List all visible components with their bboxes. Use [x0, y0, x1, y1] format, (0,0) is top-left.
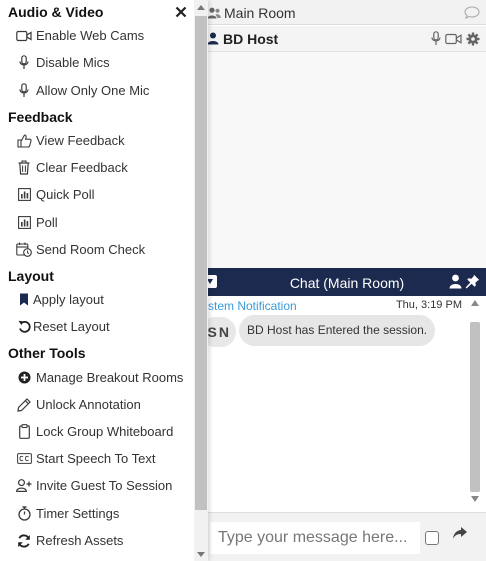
- menu-item-manage-breakout-rooms[interactable]: Manage Breakout Rooms: [0, 364, 194, 391]
- section-title-audio-video: Audio & Video: [8, 4, 104, 20]
- menu-item-label: Manage Breakout Rooms: [36, 370, 184, 385]
- menu-item-label: Refresh Assets: [36, 533, 124, 548]
- scroll-down-arrow[interactable]: [471, 496, 479, 502]
- scroll-up-arrow[interactable]: [471, 300, 479, 306]
- scroll-down-arrow[interactable]: [197, 552, 205, 557]
- chat-title: Chat (Main Room): [289, 275, 405, 291]
- section-title-feedback: Feedback: [8, 109, 73, 125]
- menu-item-reset-layout[interactable]: Reset Layout: [0, 313, 194, 340]
- closed-caption-icon: [16, 451, 32, 467]
- system-notification-label: ystem Notification: [202, 299, 297, 313]
- user-plus-icon: [16, 478, 32, 494]
- menu-item-label: Reset Layout: [33, 319, 110, 334]
- menu-item-disable-mics[interactable]: Disable Mics: [0, 49, 194, 76]
- menu-item-label: View Feedback: [36, 133, 125, 148]
- microphone-icon[interactable]: [431, 31, 441, 51]
- chat-scrollbar[interactable]: [468, 296, 482, 508]
- section-title-other-tools: Other Tools: [8, 345, 86, 361]
- tools-menu: Audio & Video Enable Web Cams Disable Mi…: [0, 0, 208, 561]
- microphone-icon: [16, 55, 32, 71]
- menu-item-label: Disable Mics: [36, 55, 110, 70]
- participants-area: [196, 52, 486, 268]
- menu-item-start-speech-to-text[interactable]: Start Speech To Text: [0, 445, 194, 472]
- trash-icon: [16, 160, 32, 176]
- user-icon[interactable]: [449, 274, 462, 294]
- menu-item-label: Allow Only One Mic: [36, 83, 150, 98]
- chat-header-tools: [449, 274, 480, 294]
- users-icon: [207, 6, 221, 24]
- room-header: Main Room: [196, 0, 486, 25]
- menu-item-quick-poll[interactable]: Quick Poll: [0, 181, 194, 208]
- chat-messages: ystem Notification Thu, 3:19 PM SN BD Ho…: [196, 296, 486, 512]
- menu-item-label: Lock Group Whiteboard: [36, 424, 174, 439]
- menu-item-view-feedback[interactable]: View Feedback: [0, 127, 194, 154]
- menu-item-poll[interactable]: Poll: [0, 209, 194, 236]
- camera-icon[interactable]: [445, 32, 462, 50]
- menu-item-label: Poll: [36, 215, 58, 230]
- pencil-icon: [16, 397, 32, 413]
- menu-item-send-room-check[interactable]: Send Room Check: [0, 236, 194, 263]
- menu-item-enable-web-cams[interactable]: Enable Web Cams: [0, 22, 194, 49]
- message-time: Thu, 3:19 PM: [395, 299, 462, 311]
- menu-item-apply-layout[interactable]: Apply layout: [0, 286, 194, 313]
- bar-chart-icon: [16, 187, 32, 203]
- menu-item-label: Unlock Annotation: [36, 397, 141, 412]
- menu-item-allow-only-one-mic[interactable]: Allow Only One Mic: [0, 77, 194, 104]
- chat-bubble-icon[interactable]: [464, 6, 480, 24]
- menu-item-label: Send Room Check: [36, 242, 146, 257]
- menu-list: Audio & Video Enable Web Cams Disable Mi…: [0, 0, 194, 561]
- bar-chart-icon: [16, 215, 32, 231]
- section-title-layout: Layout: [8, 268, 54, 284]
- stopwatch-icon: [16, 506, 32, 522]
- video-camera-icon: [16, 28, 32, 44]
- menu-item-label: Timer Settings: [36, 506, 120, 521]
- menu-item-label: Start Speech To Text: [36, 451, 156, 466]
- menu-item-timer-settings[interactable]: Timer Settings: [0, 500, 194, 527]
- chat-header: Chat (Main Room): [196, 268, 486, 296]
- participant-tools: [431, 31, 480, 51]
- gear-icon[interactable]: [466, 32, 480, 51]
- message-bubble: BD Host has Entered the session.: [239, 315, 435, 346]
- clipboard-icon: [16, 424, 32, 440]
- microphone-icon: [16, 83, 32, 99]
- menu-item-invite-guest-to-session[interactable]: Invite Guest To Session: [0, 472, 194, 499]
- menu-item-unlock-annotation[interactable]: Unlock Annotation: [0, 391, 194, 418]
- send-icon[interactable]: [452, 526, 468, 545]
- menu-item-clear-feedback[interactable]: Clear Feedback: [0, 154, 194, 181]
- scroll-up-arrow[interactable]: [197, 5, 205, 10]
- message-composer: [196, 512, 486, 561]
- calendar-clock-icon: [16, 242, 32, 258]
- menu-item-label: Invite Guest To Session: [36, 478, 173, 493]
- close-icon[interactable]: [174, 5, 188, 19]
- participant-name: BD Host: [223, 31, 279, 47]
- menu-scrollbar[interactable]: [194, 0, 208, 561]
- scrollbar-thumb[interactable]: [195, 16, 207, 510]
- room-title: Main Room: [224, 5, 296, 21]
- bookmark-icon: [16, 292, 32, 308]
- pin-icon[interactable]: [465, 274, 480, 294]
- refresh-icon: [16, 533, 32, 549]
- menu-item-label: Quick Poll: [36, 187, 95, 202]
- menu-item-refresh-assets[interactable]: Refresh Assets: [0, 527, 194, 554]
- private-checkbox[interactable]: [425, 531, 439, 545]
- message-input[interactable]: [210, 522, 420, 554]
- menu-item-lock-group-whiteboard[interactable]: Lock Group Whiteboard: [0, 418, 194, 445]
- plus-circle-icon: [16, 370, 32, 386]
- app-window: Main Room BD Host Chat (Main Room) ystem…: [0, 0, 486, 561]
- menu-item-label: Clear Feedback: [36, 160, 128, 175]
- scrollbar-thumb[interactable]: [470, 322, 480, 492]
- undo-icon: [16, 319, 32, 335]
- user-icon: [207, 32, 219, 50]
- thumbs-up-icon: [16, 133, 32, 149]
- menu-item-label: Enable Web Cams: [36, 28, 145, 43]
- menu-item-label: Apply layout: [33, 292, 104, 307]
- participant-row[interactable]: BD Host: [196, 26, 486, 52]
